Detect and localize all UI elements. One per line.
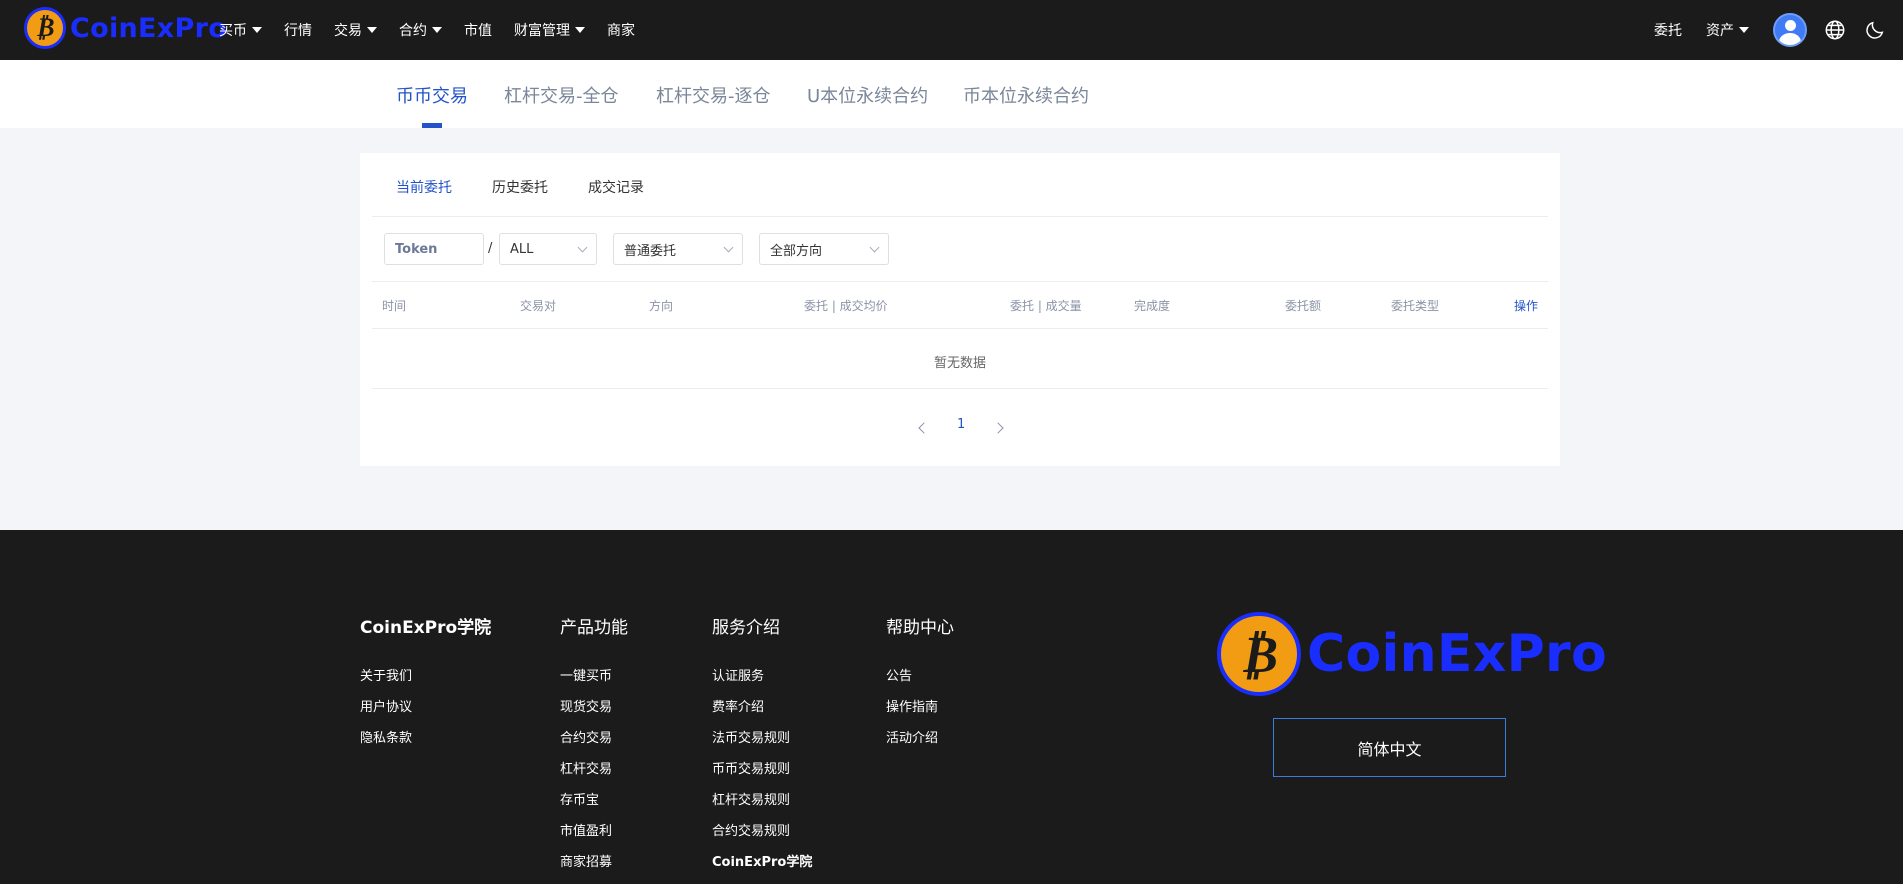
column-header-direction: 方向 [649, 299, 674, 313]
column-header-time: 时间 [382, 299, 407, 313]
column-header-price: 委托 | 成交均价 [804, 299, 888, 313]
footer-title-help: 帮助中心 [886, 618, 954, 638]
moon-icon[interactable] [1863, 18, 1887, 42]
footer-link[interactable]: 关于我们 [360, 665, 412, 684]
prev-page-icon[interactable] [918, 422, 930, 434]
nav-item-merchant[interactable]: 商家 [607, 20, 635, 40]
tab-trade-history[interactable]: 成交记录 [588, 177, 644, 197]
token-input-wrapper [384, 233, 484, 265]
divider [372, 328, 1548, 329]
footer-link[interactable]: 操作指南 [886, 696, 938, 715]
brand-logo[interactable]: ₿ CoinExPro [24, 7, 227, 49]
caret-down-icon [432, 27, 442, 33]
divider [372, 388, 1548, 389]
nav-item-wealth[interactable]: 财富管理 [514, 20, 585, 40]
globe-icon[interactable] [1823, 18, 1847, 42]
orders-panel: 当前委托 历史委托 成交记录 / ALL 普通委托 全部方向 时间 交易对 方向… [360, 153, 1560, 466]
trade-type-tabs: 币币交易 杠杆交易-全仓 杠杆交易-逐仓 U本位永续合约 币本位永续合约 [0, 60, 1903, 128]
pair-separator: / [488, 241, 493, 256]
footer-link[interactable]: CoinExPro学院 [712, 851, 812, 870]
footer-link[interactable]: 市值盈利 [560, 820, 612, 839]
nav-item-buy[interactable]: 买币 [219, 20, 262, 40]
footer-link[interactable]: 合约交易 [560, 727, 612, 746]
nav-item-trade[interactable]: 交易 [334, 20, 377, 40]
order-type-select[interactable]: 普通委托 [613, 233, 743, 265]
active-tab-indicator [422, 123, 442, 128]
footer-link[interactable]: 商家招募 [560, 851, 612, 870]
language-selector-button[interactable]: 简体中文 [1273, 718, 1506, 777]
footer-link[interactable]: 公告 [886, 665, 912, 684]
footer: CoinExPro学院 关于我们 用户协议 隐私条款 产品功能 一键买币 现货交… [0, 530, 1903, 884]
footer-link[interactable]: 费率介绍 [712, 696, 764, 715]
footer-title-products: 产品功能 [560, 618, 628, 638]
footer-link[interactable]: 合约交易规则 [712, 820, 790, 839]
footer-link[interactable]: 杠杆交易规则 [712, 789, 790, 808]
column-header-total: 委托额 [1285, 299, 1322, 313]
caret-down-icon [367, 27, 377, 33]
tab-margin-cross[interactable]: 杠杆交易-全仓 [504, 82, 619, 108]
column-header-type: 委托类型 [1391, 299, 1440, 313]
top-navbar: ₿ CoinExPro 买币 行情 交易 合约 市值 财富管理 商家 委托 资产 [0, 0, 1903, 60]
order-type-value: 普通委托 [624, 243, 677, 259]
footer-link[interactable]: 法币交易规则 [712, 727, 790, 746]
footer-link[interactable]: 用户协议 [360, 696, 412, 715]
tab-order-history[interactable]: 历史委托 [492, 177, 548, 197]
tab-current-orders[interactable]: 当前委托 [396, 177, 452, 197]
bitcoin-logo-icon: ₿ [1217, 612, 1301, 696]
footer-link[interactable]: 隐私条款 [360, 727, 412, 746]
token-input[interactable] [395, 241, 475, 257]
caret-down-icon [1739, 27, 1749, 33]
divider [372, 281, 1548, 282]
main-nav: 买币 行情 交易 合约 市值 财富管理 商家 [219, 0, 657, 60]
chevron-down-icon [869, 242, 880, 253]
column-header-amount: 委托 | 成交量 [1010, 299, 1082, 313]
quote-select[interactable]: ALL [499, 233, 597, 265]
tab-spot[interactable]: 币币交易 [396, 82, 468, 108]
footer-title-academy: CoinExPro学院 [360, 618, 492, 638]
bitcoin-logo-icon: ₿ [24, 7, 66, 49]
footer-link[interactable]: 币币交易规则 [712, 758, 790, 777]
footer-link[interactable]: 认证服务 [712, 665, 764, 684]
column-header-action: 操作 [1514, 299, 1539, 313]
direction-select[interactable]: 全部方向 [759, 233, 889, 265]
column-header-progress: 完成度 [1134, 299, 1171, 313]
nav-right: 委托 资产 [1654, 0, 1903, 60]
footer-title-services: 服务介绍 [712, 618, 780, 638]
nav-assets-menu[interactable]: 资产 [1706, 20, 1749, 40]
nav-item-market-cap[interactable]: 市值 [464, 20, 492, 40]
caret-down-icon [252, 27, 262, 33]
caret-down-icon [575, 27, 585, 33]
divider [372, 216, 1548, 217]
page-number[interactable]: 1 [957, 417, 965, 432]
footer-link[interactable]: 杠杆交易 [560, 758, 612, 777]
nav-item-markets[interactable]: 行情 [284, 20, 312, 40]
footer-link[interactable]: 一键买币 [560, 665, 612, 684]
footer-link[interactable]: 存币宝 [560, 789, 599, 808]
column-header-pair: 交易对 [520, 299, 557, 313]
next-page-icon[interactable] [992, 422, 1004, 434]
footer-brand-name: CoinExPro [1307, 624, 1607, 684]
tab-usdt-perpetual[interactable]: U本位永续合约 [807, 82, 928, 108]
user-avatar[interactable] [1773, 13, 1807, 47]
footer-link[interactable]: 活动介绍 [886, 727, 938, 746]
tab-coin-perpetual[interactable]: 币本位永续合约 [963, 82, 1089, 108]
tab-margin-isolated[interactable]: 杠杆交易-逐仓 [656, 82, 771, 108]
nav-orders-link[interactable]: 委托 [1654, 20, 1682, 40]
brand-name: CoinExPro [70, 12, 228, 44]
chevron-down-icon [577, 242, 588, 253]
footer-link[interactable]: 现货交易 [560, 696, 612, 715]
chevron-down-icon [723, 242, 734, 253]
nav-item-contracts[interactable]: 合约 [399, 20, 442, 40]
direction-value: 全部方向 [770, 243, 823, 259]
footer-brand-logo: ₿ CoinExPro [1217, 612, 1607, 696]
quote-select-value: ALL [510, 241, 534, 257]
empty-state: 暂无数据 [933, 356, 986, 371]
